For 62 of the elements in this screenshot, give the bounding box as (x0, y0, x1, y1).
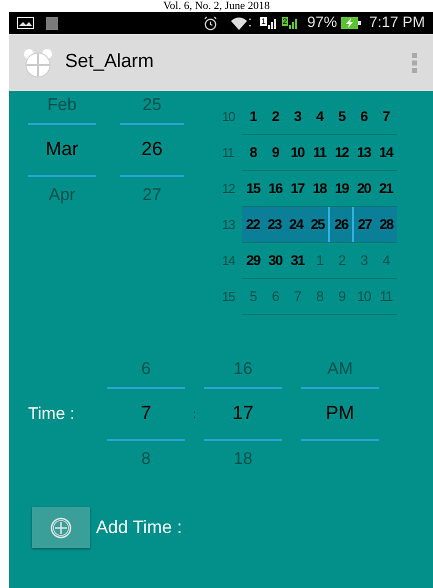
time-separator: : (192, 406, 198, 423)
week-number: 13 (222, 216, 236, 234)
week-row[interactable]: 8 9 10 11 12 13 14 (242, 135, 397, 171)
calendar-day[interactable]: 14 (374, 135, 397, 170)
picker-value[interactable]: Mar (46, 136, 78, 164)
calendar-day[interactable]: 24 (285, 207, 307, 242)
week-number: 11 (222, 144, 235, 162)
calendar-day[interactable]: 16 (264, 171, 286, 206)
calendar-day[interactable]: 4 (308, 99, 331, 134)
calendar-day[interactable]: 20 (352, 171, 375, 206)
calendar-day[interactable]: 22 (242, 207, 264, 242)
app-title: Set_Alarm (65, 50, 154, 74)
calendar-day[interactable]: 13 (352, 135, 375, 170)
calendar-day[interactable]: 2 (264, 99, 286, 134)
calendar-day[interactable]: 29 (242, 243, 264, 278)
clock: 7:17 PM (369, 12, 425, 33)
calendar-day[interactable]: 9 (264, 135, 286, 170)
battery-charging-icon (341, 17, 362, 29)
calendar-day[interactable]: 31 (286, 243, 308, 278)
alarm-icon (203, 16, 218, 30)
calendar-day[interactable]: 5 (330, 99, 353, 134)
calendar-day[interactable]: 28 (375, 207, 398, 242)
week-row[interactable]: 29 30 31 1 2 3 4 (242, 243, 397, 279)
picker-value[interactable]: 7 (140, 400, 152, 428)
picker-value[interactable]: PM (326, 400, 354, 428)
calendar-day[interactable]: 12 (330, 135, 353, 170)
calendar-day[interactable]: 11 (308, 135, 331, 170)
picker-value[interactable]: 26 (141, 136, 163, 164)
wifi-icon (230, 16, 252, 30)
calendar-day[interactable]: 1 (242, 99, 264, 134)
week-row[interactable]: 1 2 3 4 5 6 7 (242, 99, 397, 135)
week-row[interactable]: 22 23 24 25 26 27 28 (242, 207, 397, 243)
add-time-button[interactable] (32, 507, 90, 548)
time-label: Time : (28, 403, 76, 426)
calendar-day[interactable]: 27 (354, 207, 376, 242)
week-number: 10 (222, 108, 236, 126)
calendar-day[interactable]: 17 (286, 171, 308, 206)
calendar-day[interactable]: 18 (308, 171, 331, 206)
calendar-day[interactable]: 23 (264, 207, 286, 242)
calendar-day[interactable]: 8 (242, 135, 264, 170)
plus-circle-icon (50, 516, 72, 538)
calendar-day[interactable]: 19 (330, 171, 353, 206)
calendar-day[interactable]: 21 (374, 171, 397, 206)
calendar-day[interactable]: 15 (242, 171, 264, 206)
calendar-day[interactable]: 25 (306, 207, 328, 242)
overflow-menu-icon[interactable] (412, 52, 417, 72)
battery-percent: 97% (307, 12, 338, 33)
calendar-day[interactable]: 6 (352, 99, 375, 134)
calendar-day[interactable]: 7 (374, 99, 397, 134)
add-time-label: Add Time : (96, 516, 182, 539)
alarm-clock-icon (23, 48, 53, 78)
week-number: 14 (222, 252, 236, 270)
barcode-icon (46, 16, 58, 30)
page-header: Vol. 6, No. 2, June 2018 (163, 0, 270, 12)
calendar-day[interactable]: 26 (328, 207, 354, 242)
calendar-day[interactable]: 30 (264, 243, 286, 278)
week-number: 12 (222, 180, 236, 198)
calendar-day[interactable]: 10 (286, 135, 308, 170)
picture-notification-icon (17, 17, 34, 29)
picker-value[interactable]: 17 (232, 400, 254, 428)
week-number: 15 (222, 288, 236, 306)
calendar-day[interactable]: 3 (286, 99, 308, 134)
